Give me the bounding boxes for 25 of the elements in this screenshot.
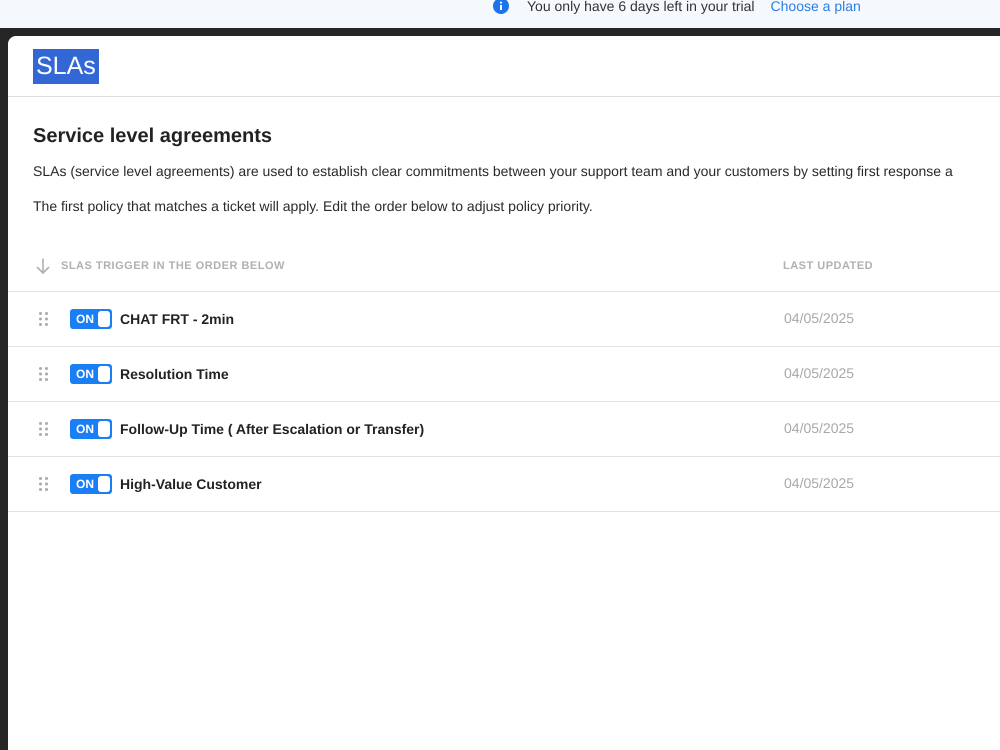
last-updated-date: 04/05/2025 xyxy=(783,420,854,436)
sla-name: Follow-Up Time ( After Escalation or Transfer) xyxy=(120,421,424,437)
page-title: SLAs xyxy=(33,48,99,84)
drag-handle-icon[interactable] xyxy=(39,422,48,436)
last-updated-date: 04/05/2025 xyxy=(783,475,854,491)
sla-name: High-Value Customer xyxy=(120,476,262,492)
sla-name: CHAT FRT - 2min xyxy=(120,311,234,327)
toggle-switch[interactable]: ON xyxy=(70,474,112,494)
toggle-switch[interactable]: ON xyxy=(70,364,112,384)
last-updated-date: 04/05/2025 xyxy=(783,365,854,381)
last-updated-date: 04/05/2025 xyxy=(783,310,854,326)
drag-handle-icon[interactable] xyxy=(39,367,48,381)
sla-name: Resolution Time xyxy=(120,366,229,382)
toggle-switch[interactable]: ON xyxy=(70,309,112,329)
choose-plan-link[interactable]: Choose a plan xyxy=(770,0,861,14)
trial-message: You only have 6 days left in your trial xyxy=(527,0,755,14)
column-header: SLAS TRIGGER IN THE ORDER BELOW xyxy=(61,260,285,272)
drag-handle-icon[interactable] xyxy=(39,477,48,491)
column-header: LAST UPDATED xyxy=(783,260,874,272)
drag-handle-icon[interactable] xyxy=(39,312,48,326)
description-text: SLAs (service level agreements) are used to establish clear commitments between your support team and your customers by setting first response a xyxy=(33,162,954,181)
arrow-down-icon xyxy=(36,258,50,274)
toggle-switch[interactable]: ON xyxy=(70,419,112,439)
section-title: Service level agreements xyxy=(33,124,274,148)
description-text: The first policy that matches a ticket will apply. Edit the order below to adjust policy priority. xyxy=(33,197,594,216)
